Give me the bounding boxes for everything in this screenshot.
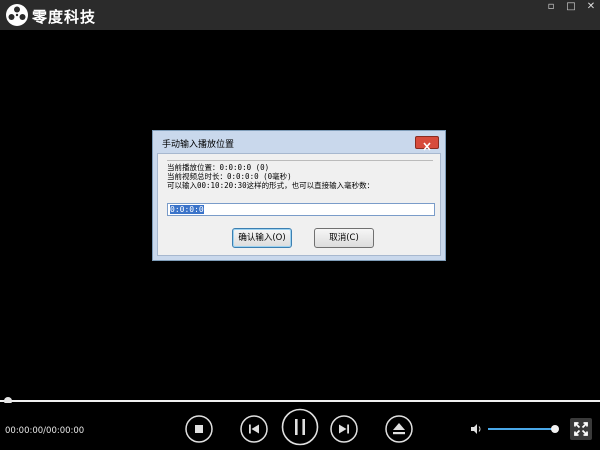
timecode: 00:00:00/00:00:00 bbox=[5, 426, 85, 436]
current-position-text: 当前播放位置：0:0:0:0 (0) bbox=[167, 163, 270, 172]
logo-icon bbox=[6, 4, 28, 26]
stop-button[interactable] bbox=[185, 415, 213, 443]
volume-knob[interactable] bbox=[550, 425, 559, 433]
position-input-value: 0:0:0:0 bbox=[170, 205, 204, 214]
volume-slider[interactable] bbox=[488, 428, 558, 430]
progress-bar[interactable] bbox=[0, 400, 600, 402]
eject-button[interactable] bbox=[385, 415, 413, 443]
title-bar: 零度科技 ▫ □ ✕ bbox=[0, 0, 600, 30]
close-icon bbox=[423, 142, 431, 151]
fullscreen-button[interactable] bbox=[570, 418, 592, 440]
cancel-button[interactable]: 取消(C) bbox=[314, 228, 374, 248]
input-hint-text: 可以输入00:10:20:30这样的形式，也可以直接输入毫秒数： bbox=[167, 181, 375, 190]
dialog-body: 当前播放位置：0:0:0:0 (0) 当前视频总时长：0:0:0:0 (0毫秒)… bbox=[157, 153, 441, 256]
previous-button[interactable] bbox=[240, 415, 268, 443]
next-icon bbox=[339, 424, 349, 434]
close-button[interactable]: ✕ bbox=[582, 0, 600, 14]
confirm-button[interactable]: 确认输入(O) bbox=[232, 228, 292, 248]
volume-icon[interactable] bbox=[470, 423, 484, 435]
eject-icon bbox=[393, 423, 405, 435]
position-input[interactable]: 0:0:0:0 bbox=[167, 203, 435, 216]
pause-icon bbox=[295, 419, 305, 435]
seek-dialog: 手动输入播放位置 当前播放位置：0:0:0:0 (0) 当前视频总时长：0:0:… bbox=[152, 130, 446, 261]
dialog-info: 当前播放位置：0:0:0:0 (0) 当前视频总时长：0:0:0:0 (0毫秒)… bbox=[167, 160, 433, 198]
total-duration-text: 当前视频总时长：0:0:0:0 (0毫秒) bbox=[167, 172, 292, 181]
dialog-close-button[interactable] bbox=[415, 136, 439, 151]
next-button[interactable] bbox=[330, 415, 358, 443]
app-title: 零度科技 bbox=[32, 8, 97, 26]
pause-button[interactable] bbox=[281, 408, 319, 446]
previous-icon bbox=[249, 424, 259, 434]
dialog-title: 手动输入播放位置 bbox=[162, 140, 235, 150]
maximize-button[interactable]: □ bbox=[562, 0, 580, 14]
stop-icon bbox=[195, 425, 203, 433]
fullscreen-icon bbox=[574, 422, 588, 436]
minimize-button[interactable]: ▫ bbox=[542, 0, 560, 14]
